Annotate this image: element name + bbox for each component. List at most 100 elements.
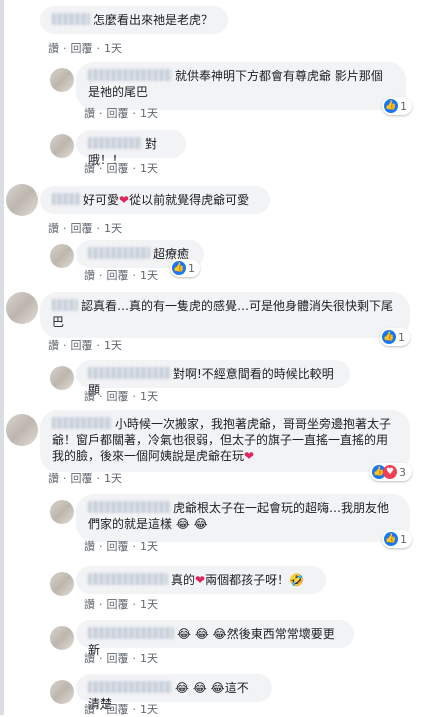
like-link[interactable]: 讚 — [84, 540, 95, 553]
redacted-author-name[interactable] — [88, 367, 170, 379]
comment-bubble: 就供奉神明下方都會有尊虎爺 影片那個是祂的尾巴 — [76, 62, 406, 110]
comment-bubble: 😂 😂 😂這不清楚 — [76, 674, 272, 711]
reply-link[interactable]: 回覆 — [107, 703, 129, 716]
heart-emoji: ❤ — [195, 573, 206, 587]
heart-emoji: ❤ — [244, 449, 255, 463]
comment-actions: 讚 · 回覆 · 1天 — [84, 107, 158, 120]
reaction-count: 1 — [188, 261, 195, 275]
redacted-author-name[interactable] — [88, 627, 174, 639]
comment-actions: 讚 · 回覆 · 1天 — [84, 390, 158, 403]
avatar[interactable] — [50, 244, 74, 268]
like-link[interactable]: 讚 — [84, 703, 95, 716]
like-link[interactable]: 讚 — [48, 42, 59, 55]
timestamp[interactable]: 1天 — [140, 540, 158, 553]
redacted-author-name[interactable] — [52, 13, 90, 25]
avatar[interactable] — [50, 572, 74, 596]
like-link[interactable]: 讚 — [84, 390, 95, 403]
reply-link[interactable]: 回覆 — [71, 339, 93, 352]
rofl-emoji: 🤣 — [289, 573, 305, 587]
avatar[interactable] — [50, 500, 74, 524]
reaction-summary[interactable]: 👍 1 — [170, 259, 200, 277]
redacted-author-name[interactable] — [52, 299, 78, 311]
reaction-count: 3 — [399, 465, 406, 479]
laughing-emoji: 😂 😂 😂 — [175, 681, 225, 695]
comment-text: 好可愛 — [83, 193, 120, 207]
comment-bubble: 好可愛❤從以前就覺得虎爺可愛 — [40, 186, 270, 214]
timestamp[interactable]: 1天 — [140, 269, 158, 282]
timestamp[interactable]: 1天 — [104, 472, 122, 485]
avatar[interactable] — [50, 626, 74, 650]
like-link[interactable]: 讚 — [84, 652, 95, 665]
avatar[interactable] — [6, 292, 38, 324]
reaction-summary[interactable]: 👍 1 — [382, 530, 412, 548]
reaction-count: 1 — [398, 330, 405, 344]
comment-actions: 讚 · 回覆 · 1天 — [84, 269, 158, 282]
timestamp[interactable]: 1天 — [104, 339, 122, 352]
like-link[interactable]: 讚 — [84, 598, 95, 611]
redacted-author-name[interactable] — [88, 501, 170, 513]
reply-link[interactable]: 回覆 — [107, 162, 129, 175]
comment-bubble: 真的❤兩個都孩子呀！🤣 — [76, 566, 326, 594]
comment-actions: 讚 · 回覆 · 1天 — [48, 472, 122, 485]
like-link[interactable]: 讚 — [48, 472, 59, 485]
avatar[interactable] — [50, 68, 74, 92]
avatar[interactable] — [50, 366, 74, 390]
comment-bubble: 😂 😂 😂然後東西常常壞要更新 — [76, 620, 354, 657]
comment-actions: 讚 · 回覆 · 1天 — [84, 652, 158, 665]
comment-text: 兩個都孩子呀！ — [205, 573, 290, 587]
thumbs-up-icon: 👍 — [384, 99, 398, 113]
comment-actions: 讚 · 回覆 · 1天 — [48, 42, 122, 55]
love-icon: ♥ — [383, 465, 397, 479]
comment-text: 認真看…真的有一隻虎的感覺…可是他身體消失很快剩下尾巴 — [52, 299, 394, 329]
reply-link[interactable]: 回覆 — [107, 107, 129, 120]
redacted-author-name[interactable] — [52, 417, 112, 429]
timestamp[interactable]: 1天 — [140, 598, 158, 611]
like-link[interactable]: 讚 — [84, 269, 95, 282]
redacted-author-name[interactable] — [52, 193, 80, 205]
avatar[interactable] — [50, 134, 74, 158]
reaction-summary[interactable]: 👍 1 — [382, 97, 412, 115]
timestamp[interactable]: 1天 — [140, 107, 158, 120]
timestamp[interactable]: 1天 — [140, 652, 158, 665]
reply-link[interactable]: 回覆 — [107, 269, 129, 282]
comment-actions: 讚 · 回覆 · 1天 — [48, 339, 122, 352]
timestamp[interactable]: 1天 — [140, 390, 158, 403]
redacted-author-name[interactable] — [88, 573, 168, 585]
reply-link[interactable]: 回覆 — [71, 42, 93, 55]
avatar[interactable] — [6, 184, 38, 216]
like-link[interactable]: 讚 — [48, 339, 59, 352]
timestamp[interactable]: 1天 — [104, 222, 122, 235]
avatar[interactable] — [50, 680, 74, 704]
reaction-summary[interactable]: 👍 ♥ 3 — [370, 463, 412, 481]
reaction-count: 1 — [400, 532, 407, 546]
comment-bubble: 怎麼看出來祂是老虎？ — [40, 6, 228, 34]
heart-emoji: ❤ — [119, 193, 130, 207]
reply-link[interactable]: 回覆 — [107, 598, 129, 611]
reply-link[interactable]: 回覆 — [107, 390, 129, 403]
thumbs-up-icon: 👍 — [384, 532, 398, 546]
redacted-author-name[interactable] — [88, 69, 172, 81]
timestamp[interactable]: 1天 — [140, 162, 158, 175]
timestamp[interactable]: 1天 — [140, 703, 158, 716]
reaction-summary[interactable]: 👍 1 — [380, 328, 410, 346]
like-link[interactable]: 讚 — [48, 222, 59, 235]
redacted-author-name[interactable] — [88, 681, 172, 693]
comment-actions: 讚 · 回覆 · 1天 — [48, 222, 122, 235]
timestamp[interactable]: 1天 — [104, 42, 122, 55]
thumbs-up-icon: 👍 — [382, 330, 396, 344]
redacted-author-name[interactable] — [88, 247, 150, 259]
reply-link[interactable]: 回覆 — [107, 652, 129, 665]
like-link[interactable]: 讚 — [84, 162, 95, 175]
like-link[interactable]: 讚 — [84, 107, 95, 120]
comment-text: 怎麼看出來祂是老虎？ — [93, 13, 214, 27]
comment-actions: 讚 · 回覆 · 1天 — [84, 162, 158, 175]
comment-actions: 讚 · 回覆 · 1天 — [84, 540, 158, 553]
reply-link[interactable]: 回覆 — [71, 222, 93, 235]
laughing-emoji: 😂 😂 😂 — [177, 627, 227, 641]
avatar[interactable] — [6, 414, 38, 446]
reply-link[interactable]: 回覆 — [107, 540, 129, 553]
redacted-author-name[interactable] — [88, 137, 142, 149]
comment-text: 從以前就覺得虎爺可愛 — [129, 193, 250, 207]
comment-bubble: 對啊!不經意間看的時候比較明顯 — [76, 360, 350, 397]
reply-link[interactable]: 回覆 — [71, 472, 93, 485]
